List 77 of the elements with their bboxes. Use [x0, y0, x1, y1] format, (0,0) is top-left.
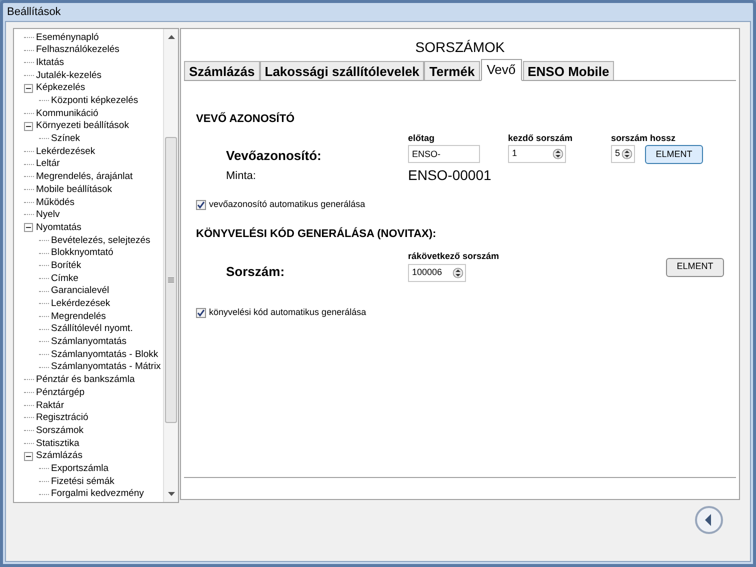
tree-item[interactable]: Forgalmi kedvezmény: [51, 489, 144, 499]
sample-value: ENSO-00001: [408, 166, 492, 185]
tree-item[interactable]: Bevételezés, selejtezés: [51, 236, 150, 246]
tree-item[interactable]: Blokknyomtató: [51, 248, 114, 258]
tree-item[interactable]: Lekérdezések: [51, 299, 110, 309]
number-spinner[interactable]: 1: [508, 145, 566, 163]
collapse-icon[interactable]: [24, 84, 33, 93]
tree-item[interactable]: Nyelv: [36, 210, 60, 220]
tree-item[interactable]: Lekérdezések: [36, 146, 96, 156]
tree-item[interactable]: Mobile beállítások: [36, 184, 112, 194]
checkbox-label: vevőazonosító automatikus generálása: [209, 198, 366, 211]
save-button[interactable]: ELMENT: [666, 258, 724, 276]
window-title: Beállítások: [7, 4, 61, 20]
tree-item[interactable]: Nyomtatás: [36, 222, 82, 232]
tree-item[interactable]: Kommunikáció: [36, 108, 98, 118]
spin-arrows-icon[interactable]: [453, 266, 463, 278]
prefix-field[interactable]: ENSO-: [408, 145, 480, 163]
tree-item[interactable]: Képkezelés: [36, 83, 86, 93]
tree-item[interactable]: Működés: [36, 198, 75, 208]
tab[interactable]: ENSO Mobile: [522, 61, 614, 80]
section-heading: VEVŐ AZONOSÍTÓ: [196, 111, 296, 127]
tree-item[interactable]: Címke: [51, 274, 78, 284]
grip-icon: [168, 277, 174, 283]
collapse-icon[interactable]: [24, 122, 33, 131]
column-label: kezdő sorszám: [508, 132, 574, 144]
spin-arrows-icon[interactable]: [622, 148, 632, 160]
number-spinner[interactable]: 5: [611, 145, 635, 163]
tree-item[interactable]: Szállítólevél nyomt.: [51, 324, 133, 334]
tree-item[interactable]: Iktatás: [36, 58, 64, 68]
panel-title: SORSZÁMOK: [415, 38, 505, 57]
tree-item[interactable]: Pénztárgép: [36, 388, 85, 398]
scroll-up-icon[interactable]: [168, 35, 174, 39]
tree-item[interactable]: Felhasználókezelés: [36, 45, 120, 55]
checkbox-label: könyvelési kód automatikus generálása: [209, 306, 366, 319]
save-button[interactable]: ELMENT: [645, 145, 703, 164]
field-label: Sorszám:: [226, 264, 285, 279]
sample-label: Minta:: [226, 169, 257, 184]
tree-item[interactable]: Megrendelés, árajánlat: [36, 172, 133, 182]
column-label: előtag: [408, 132, 436, 145]
tree-item[interactable]: Eseménynapló: [36, 32, 99, 42]
scrollbar[interactable]: [163, 29, 178, 502]
tree-item[interactable]: Leltár: [36, 159, 60, 169]
tree-item[interactable]: Számlanyomtatás: [51, 337, 127, 347]
tree-item[interactable]: Központi képkezelés: [51, 96, 138, 106]
tree-item[interactable]: Számlanyomtatás - Mátrix: [51, 362, 161, 372]
tree-item[interactable]: Számlanyomtatás - Blokk: [51, 350, 158, 360]
tree-item[interactable]: Jutalék-kezelés: [36, 70, 102, 80]
tree-item[interactable]: Sorszámok: [36, 426, 84, 436]
tree-item[interactable]: Boríték: [51, 260, 82, 270]
scroll-thumb[interactable]: [165, 137, 177, 423]
tab[interactable]: Vevő: [480, 59, 522, 81]
collapse-icon[interactable]: [24, 223, 33, 232]
tree-item[interactable]: Megrendelés: [51, 312, 106, 322]
collapse-icon[interactable]: [24, 452, 33, 461]
tree-item[interactable]: Statisztika: [36, 438, 80, 448]
tree-item[interactable]: Fizetési sémák: [51, 476, 114, 486]
tab[interactable]: Számlázás: [184, 61, 260, 80]
spin-arrows-icon[interactable]: [553, 148, 563, 160]
tab[interactable]: Termék: [424, 61, 480, 80]
tab[interactable]: Lakossági szállítólevelek: [260, 61, 424, 80]
tree-item[interactable]: Számlázás: [36, 451, 82, 461]
column-label: sorszám hossz: [611, 132, 677, 144]
tree-item[interactable]: Garancialevél: [51, 286, 110, 296]
tree-item[interactable]: Exportszámla: [51, 464, 109, 474]
tree-item[interactable]: Regisztráció: [36, 413, 88, 423]
column-label: rákövetkező sorszám: [408, 250, 500, 263]
tree-item[interactable]: Pénztár és bankszámla: [36, 375, 135, 385]
checkbox[interactable]: [196, 308, 206, 318]
tree-item[interactable]: Színek: [51, 134, 80, 144]
checkbox[interactable]: [196, 200, 206, 210]
scroll-down-icon[interactable]: [168, 492, 174, 496]
section-heading: KÖNYVELÉSI KÓD GENERÁLÁSA (NOVITAX):: [196, 226, 438, 242]
tree-item[interactable]: Környezeti beállítások: [36, 121, 129, 131]
tree-item[interactable]: Raktár: [36, 400, 64, 410]
field-label: Vevőazonosító:: [226, 146, 322, 164]
number-spinner[interactable]: 100006: [408, 264, 466, 282]
back-button[interactable]: [694, 505, 724, 535]
